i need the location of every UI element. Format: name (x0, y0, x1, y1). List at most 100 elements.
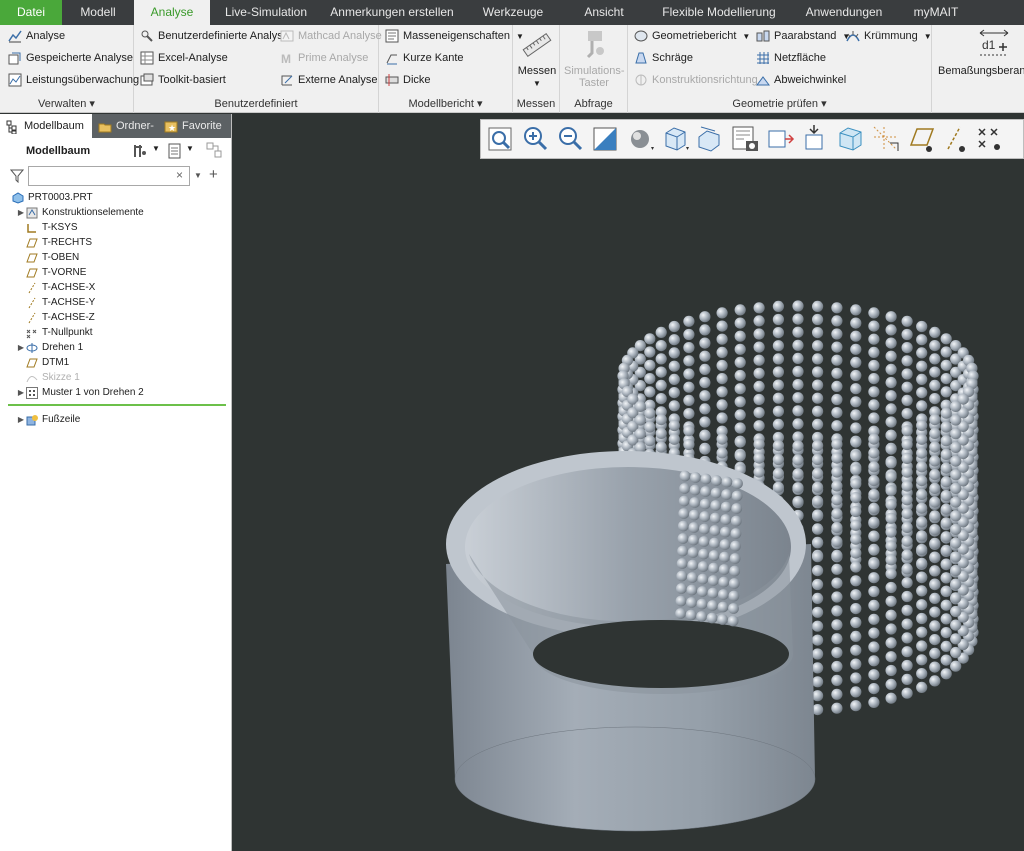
tab-mymait[interactable]: myMAIT (894, 0, 978, 25)
pattern-icon (26, 386, 38, 399)
plane-display-icon[interactable] (905, 123, 936, 155)
datum-display-icon[interactable] (870, 123, 901, 155)
pattern-sphere (929, 647, 941, 660)
tab-ansicht[interactable]: Ansicht (564, 0, 644, 25)
tree-columns-icon[interactable] (206, 142, 222, 161)
expand-arrow-icon[interactable]: ▶ (16, 412, 26, 427)
pattern-sphere (831, 407, 843, 419)
netzflaeche-button[interactable]: Netzfläche (756, 49, 826, 67)
zoom-in-icon[interactable] (520, 123, 551, 155)
search-input[interactable] (28, 166, 190, 186)
zoom-fit-icon[interactable] (485, 123, 516, 155)
gespeicherte-analyse-button[interactable]: Gespeicherte Analyse (8, 49, 133, 67)
graphics-viewport[interactable] (233, 114, 1024, 851)
tree-item[interactable]: T-RECHTS (16, 235, 92, 250)
chevron-down-icon[interactable]: ▼ (924, 32, 932, 41)
perspective-view-icon[interactable] (730, 123, 761, 155)
prime-analyse-button[interactable]: M Prime Analyse (280, 49, 368, 67)
messen-button[interactable]: Messen ▼ (517, 29, 557, 90)
pattern-sphere (850, 533, 862, 545)
tab-ordner[interactable]: Ordner- (92, 114, 158, 138)
tab-flexible-modellierung[interactable]: Flexible Modellierung (644, 0, 794, 25)
filter-icon[interactable] (9, 169, 25, 186)
tree-item[interactable]: T-KSYS (16, 220, 78, 235)
chevron-down-icon[interactable]: ▼ (194, 171, 202, 180)
expand-arrow-icon[interactable]: ▶ (16, 385, 26, 400)
tab-anwendungen[interactable]: Anwendungen (794, 0, 894, 25)
konstruktionsrichtung-button[interactable]: Konstruktionsrichtung (634, 71, 758, 89)
tree-item-label: Konstruktionselemente (42, 207, 144, 218)
simulations-taster-button[interactable]: Simulations- Taster (564, 29, 625, 89)
tree-settings-icon[interactable] (132, 143, 148, 162)
repaint-icon[interactable] (590, 123, 621, 155)
display-style-icon[interactable] (625, 123, 656, 155)
tree-item[interactable]: ▶ Konstruktionselemente (16, 205, 144, 220)
excel-analyse-button[interactable]: Excel-Analyse (140, 49, 228, 67)
tab-modellbaum[interactable]: Modellbaum (0, 114, 92, 138)
axis-display-icon[interactable] (940, 123, 971, 155)
tree-item[interactable]: ▶ Muster 1 von Drehen 2 (16, 385, 144, 400)
pattern-sphere (700, 473, 712, 485)
benutzerdefinierte-analyse-button[interactable]: Benutzerdefinierte Analyse (140, 27, 289, 45)
tree-item[interactable]: T-ACHSE-Z (16, 310, 95, 325)
tree-item[interactable]: T-Nullpunkt (16, 325, 93, 340)
tab-anmerkungen-erstellen[interactable]: Anmerkungen erstellen (322, 0, 462, 25)
externe-analyse-button[interactable]: Externe Analyse (280, 71, 378, 89)
tree-item[interactable]: T-ACHSE-X (16, 280, 95, 295)
transparency-icon[interactable] (835, 123, 866, 155)
pattern-sphere (792, 313, 804, 325)
expand-arrow-icon[interactable]: ▶ (16, 205, 26, 220)
analyse-button[interactable]: Analyse (8, 27, 65, 45)
sketch-icon (26, 372, 38, 384)
pattern-sphere (716, 412, 728, 424)
clear-icon[interactable]: × (176, 168, 183, 182)
schraege-button[interactable]: Schräge (634, 49, 693, 67)
tree-item[interactable]: T-OBEN (16, 250, 79, 265)
view-manager-icon[interactable] (695, 123, 726, 155)
tree-item[interactable]: ▶ Drehen 1 (16, 340, 83, 355)
pattern-sphere (753, 354, 765, 366)
zoom-out-icon[interactable] (555, 123, 586, 155)
point-display-icon[interactable] (975, 123, 1006, 155)
group-label-geometrie-pruefen[interactable]: Geometrie prüfen ▾ (628, 97, 931, 110)
masseneigenschaften-button[interactable]: Masseneigenschaften ▼ (385, 27, 524, 45)
toolkit-basiert-button[interactable]: Toolkit-basiert (140, 71, 226, 89)
tree-item[interactable]: DTM1 (16, 355, 69, 370)
abweichwinkel-button[interactable]: Abweichwinkel (756, 71, 846, 89)
tree-item[interactable]: PRT0003.PRT (12, 190, 93, 205)
section-icon[interactable] (765, 123, 796, 155)
chevron-down-icon[interactable]: ▼ (742, 32, 750, 41)
leistungsueberwachung-button[interactable]: Leistungsüberwachung (8, 71, 139, 89)
mathcad-analyse-button[interactable]: Mathcad Analyse (280, 27, 382, 45)
show-icon[interactable] (168, 143, 182, 162)
tab-live-simulation[interactable]: Live-Simulation (210, 0, 322, 25)
kurze-kante-button[interactable]: Kurze Kante (385, 49, 464, 67)
add-icon[interactable]: + (209, 166, 218, 183)
tab-werkzeuge[interactable]: Werkzeuge (462, 0, 564, 25)
expand-arrow-icon[interactable]: ▶ (16, 340, 26, 355)
kruemmung-button[interactable]: Krümmung ▼ (846, 27, 932, 45)
tab-analyse[interactable]: Analyse (134, 0, 210, 25)
tree-item[interactable]: T-ACHSE-Y (16, 295, 95, 310)
tab-datei[interactable]: Datei (0, 0, 62, 25)
tree-item[interactable]: Skizze 1 (16, 370, 80, 385)
3d-model-view[interactable] (233, 114, 1024, 851)
pattern-sphere (655, 414, 667, 426)
tree-item[interactable]: T-VORNE (16, 265, 86, 280)
tab-modell[interactable]: Modell (62, 0, 134, 25)
pattern-sphere (708, 562, 720, 574)
dimension-icon[interactable]: d1 (978, 27, 1010, 59)
chevron-down-icon[interactable]: ▼ (186, 144, 194, 153)
paarabstand-button[interactable]: Paarabstand ▼ (756, 27, 850, 45)
pattern-sphere (940, 503, 952, 515)
dicke-button[interactable]: Dicke (385, 71, 431, 89)
group-label-verwalten[interactable]: Verwalten ▾ (0, 97, 133, 110)
annotation-display-icon[interactable] (800, 123, 831, 155)
group-label-modellbericht[interactable]: Modellbericht ▾ (379, 97, 512, 110)
saved-orientations-icon[interactable] (660, 123, 691, 155)
tab-favoriten[interactable]: ★ Favorite (158, 114, 230, 138)
tree-item-fusszeile[interactable]: ▶ Fußzeile (16, 412, 80, 427)
chevron-down-icon[interactable]: ▼ (152, 144, 160, 153)
geometriebericht-button[interactable]: Geometriebericht ▼ (634, 27, 750, 45)
bemassungsberandung-label[interactable]: Bemaßungsberandu (938, 65, 1024, 77)
